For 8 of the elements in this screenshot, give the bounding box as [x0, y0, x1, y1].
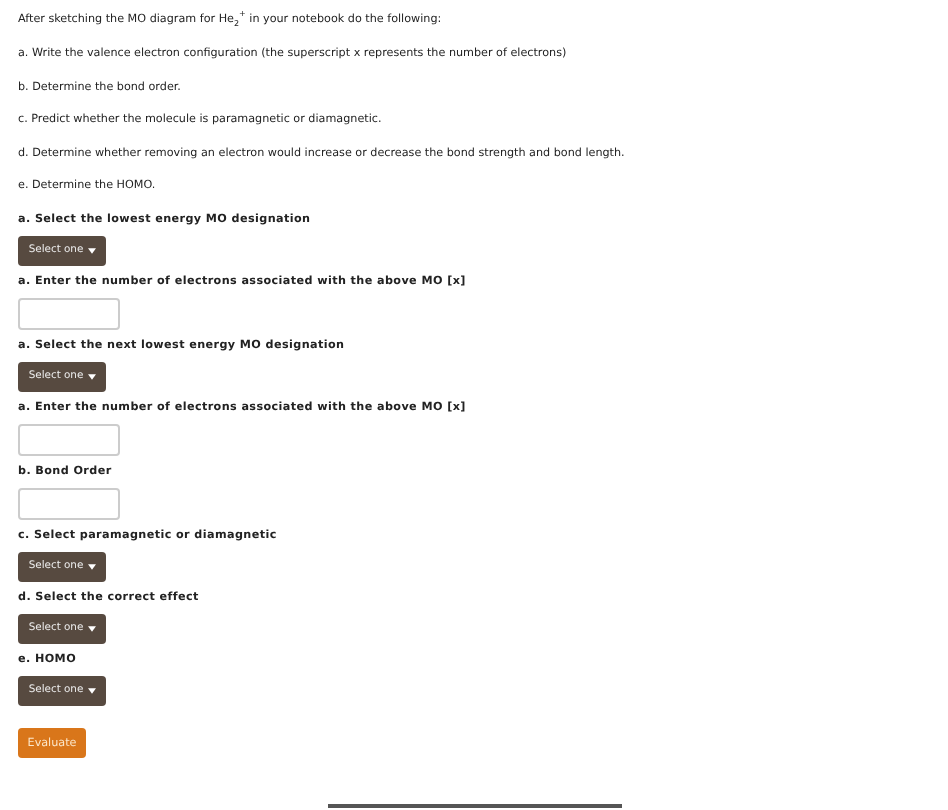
- caret-icon: [87, 625, 96, 632]
- caret-icon: [87, 247, 96, 254]
- answer-field[interactable]: [18, 423, 120, 456]
- caret-icon: [87, 687, 96, 694]
- answer-field[interactable]: [18, 297, 120, 330]
- caret-icon: [87, 563, 96, 570]
- answer-field[interactable]: [18, 487, 120, 520]
- caret-icon: [87, 373, 96, 380]
